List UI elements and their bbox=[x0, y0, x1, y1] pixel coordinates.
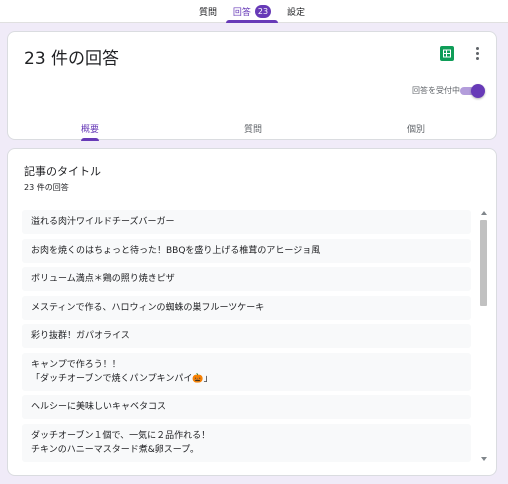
tab-settings[interactable]: 設定 bbox=[280, 0, 312, 23]
more-vert-icon[interactable] bbox=[470, 44, 484, 62]
response-text: ダッチオーブン１個で、一気に２品作れる！ bbox=[31, 430, 211, 441]
response-text: お肉を焼くのはちょっと待った！BBQを盛り上げる椎茸のアヒージョ風 bbox=[31, 245, 321, 256]
response-item: 溢れる肉汁ワイルドチーズバーガー bbox=[22, 210, 471, 234]
active-subtab-indicator bbox=[81, 138, 99, 141]
active-tab-indicator bbox=[226, 20, 278, 23]
response-item: ヘルシーに美味しいキャベタコス bbox=[22, 395, 471, 419]
response-text: チキンのハニーマスタード煮&卵スープ。 bbox=[31, 444, 199, 455]
subtab-individual-label: 個別 bbox=[406, 124, 425, 135]
response-text: キャンプで作ろう！！ bbox=[31, 359, 121, 370]
subtab-question-label: 質問 bbox=[243, 124, 262, 135]
response-text: 「ダッチオーブンで焼くパンプキンパイ🎃」 bbox=[31, 373, 213, 384]
response-text: メスティンで作る、ハロウィンの蜘蛛の巣フルーツケーキ bbox=[31, 302, 265, 313]
tab-questions[interactable]: 質問 bbox=[192, 0, 224, 23]
question-title: 記事のタイトル bbox=[24, 165, 101, 178]
response-item: メスティンで作る、ハロウィンの蜘蛛の巣フルーツケーキ bbox=[22, 295, 471, 320]
accepting-responses-label: 回答を受付中 bbox=[412, 86, 460, 95]
response-text: ヘルシーに美味しいキャベタコス bbox=[31, 402, 167, 412]
response-list-scrollbar[interactable] bbox=[479, 210, 489, 465]
response-text: 溢れる肉汁ワイルドチーズバーガー bbox=[31, 217, 175, 227]
question-responses-card: 記事のタイトル 23 件の回答 溢れる肉汁ワイルドチーズバーガーお肉を焼くのはち… bbox=[7, 148, 497, 476]
tab-responses-label: 回答 bbox=[232, 8, 251, 18]
scroll-thumb[interactable] bbox=[480, 220, 487, 306]
toggle-knob bbox=[471, 84, 485, 98]
response-text: 彩り抜群！ガパオライス bbox=[31, 331, 130, 341]
tab-questions-label: 質問 bbox=[198, 8, 217, 18]
response-item: お肉を焼くのはちょっと待った！BBQを盛り上げる椎茸のアヒージョ風 bbox=[22, 238, 471, 263]
response-item: キャンプで作ろう！！ 「ダッチオーブンで焼くパンプキンパイ🎃」 bbox=[22, 352, 471, 391]
subtab-individual[interactable]: 個別 bbox=[374, 115, 458, 141]
scroll-up-arrow-icon[interactable] bbox=[481, 211, 487, 215]
top-tab-bar: 質問 回答 23 設定 bbox=[0, 0, 508, 23]
tab-settings-label: 設定 bbox=[286, 8, 305, 18]
subtab-summary-label: 概要 bbox=[80, 124, 99, 135]
accepting-responses-toggle[interactable] bbox=[458, 84, 485, 98]
response-text: ボリューム満点＊鶏の照り焼きピザ bbox=[31, 274, 175, 284]
response-item: 彩り抜群！ガパオライス bbox=[22, 324, 471, 348]
response-item: ダッチオーブン１個で、一気に２品作れる！ チキンのハニーマスタード煮&卵スープ。 bbox=[22, 423, 471, 462]
google-sheets-icon[interactable] bbox=[440, 46, 454, 61]
subtab-question[interactable]: 質問 bbox=[211, 115, 295, 141]
question-response-count: 23 件の回答 bbox=[24, 183, 69, 192]
response-list: 溢れる肉汁ワイルドチーズバーガーお肉を焼くのはちょっと待った！BBQを盛り上げる… bbox=[22, 210, 471, 470]
responses-title: 23 件の回答 bbox=[24, 49, 120, 69]
response-item: ボリューム満点＊鶏の照り焼きピザ bbox=[22, 267, 471, 291]
scroll-down-arrow-icon[interactable] bbox=[481, 457, 487, 461]
responses-summary-card: 23 件の回答 回答を受付中 概要 質問 個別 bbox=[7, 31, 497, 141]
response-count-badge: 23 bbox=[254, 5, 272, 18]
